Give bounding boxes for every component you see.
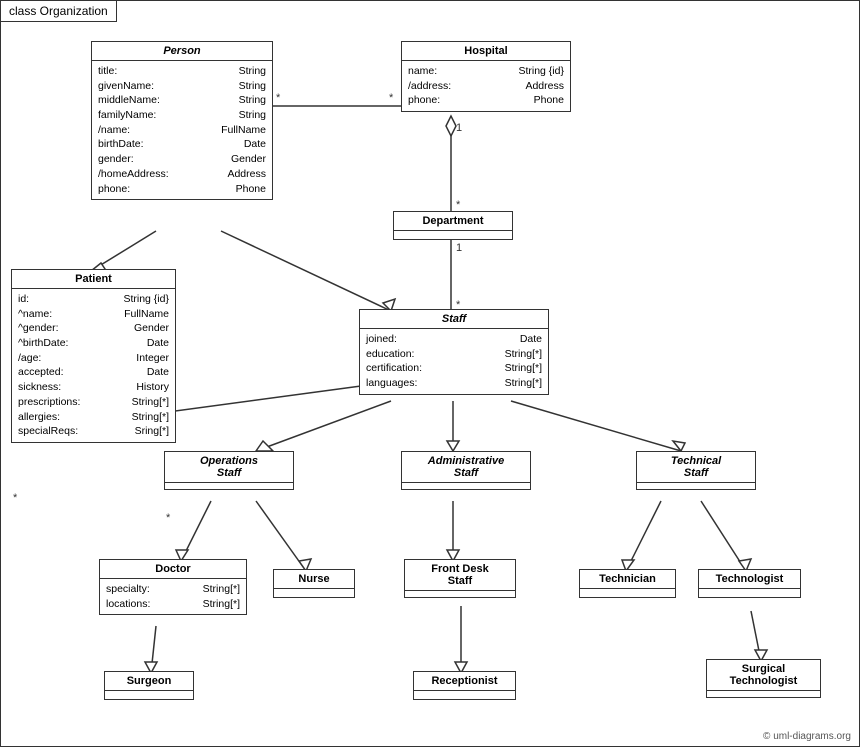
technologist-name: Technologist <box>699 570 800 589</box>
surgeon-name: Surgeon <box>105 672 193 691</box>
front-desk-staff-attrs <box>405 591 515 597</box>
staff-attrs: joined:Date education:String[*] certific… <box>360 329 548 394</box>
doctor-class: Doctor specialty:String[*] locations:Str… <box>99 559 247 615</box>
operations-staff-class: OperationsStaff <box>164 451 294 490</box>
department-class: Department <box>393 211 513 240</box>
front-desk-staff-name: Front DeskStaff <box>405 560 515 591</box>
svg-text:*: * <box>389 92 394 104</box>
technologist-class: Technologist <box>698 569 801 598</box>
svg-text:*: * <box>166 512 171 524</box>
staff-name: Staff <box>360 310 548 329</box>
surgical-technologist-class: SurgicalTechnologist <box>706 659 821 698</box>
staff-class: Staff joined:Date education:String[*] ce… <box>359 309 549 395</box>
nurse-name: Nurse <box>274 570 354 589</box>
hospital-name: Hospital <box>402 42 570 61</box>
person-attrs: title:String givenName:String middleName… <box>92 61 272 199</box>
front-desk-staff-class: Front DeskStaff <box>404 559 516 598</box>
technical-staff-name: TechnicalStaff <box>637 452 755 483</box>
svg-text:1: 1 <box>456 242 462 254</box>
surgeon-class: Surgeon <box>104 671 194 700</box>
administrative-staff-name: AdministrativeStaff <box>402 452 530 483</box>
nurse-class: Nurse <box>273 569 355 598</box>
technician-class: Technician <box>579 569 676 598</box>
operations-staff-attrs <box>165 483 293 489</box>
operations-staff-name: OperationsStaff <box>165 452 293 483</box>
doctor-attrs: specialty:String[*] locations:String[*] <box>100 579 246 614</box>
administrative-staff-class: AdministrativeStaff <box>401 451 531 490</box>
technician-attrs <box>580 589 675 597</box>
technical-staff-class: TechnicalStaff <box>636 451 756 490</box>
receptionist-attrs <box>414 691 515 699</box>
diagram-container: class Organization * * 1 * 1 * * <box>0 0 860 747</box>
patient-name: Patient <box>12 270 175 289</box>
svg-text:*: * <box>276 92 281 104</box>
copyright: © uml-diagrams.org <box>763 731 851 742</box>
surgical-technologist-name: SurgicalTechnologist <box>707 660 820 691</box>
technical-staff-attrs <box>637 483 755 489</box>
technician-name: Technician <box>580 570 675 589</box>
hospital-attrs: name:String {id} /address:Address phone:… <box>402 61 570 111</box>
person-name: Person <box>92 42 272 61</box>
svg-text:1: 1 <box>456 122 462 134</box>
svg-text:*: * <box>456 199 461 211</box>
department-attrs <box>394 231 512 239</box>
patient-attrs: id:String {id} ^name:FullName ^gender:Ge… <box>12 289 175 442</box>
department-name: Department <box>394 212 512 231</box>
doctor-name: Doctor <box>100 560 246 579</box>
technologist-attrs <box>699 589 800 597</box>
surgeon-attrs <box>105 691 193 699</box>
hospital-class: Hospital name:String {id} /address:Addre… <box>401 41 571 112</box>
receptionist-class: Receptionist <box>413 671 516 700</box>
diagram-title: class Organization <box>1 1 117 22</box>
svg-text:*: * <box>13 492 18 504</box>
nurse-attrs <box>274 589 354 597</box>
surgical-technologist-attrs <box>707 691 820 697</box>
patient-class: Patient id:String {id} ^name:FullName ^g… <box>11 269 176 443</box>
receptionist-name: Receptionist <box>414 672 515 691</box>
administrative-staff-attrs <box>402 483 530 489</box>
person-class: Person title:String givenName:String mid… <box>91 41 273 200</box>
